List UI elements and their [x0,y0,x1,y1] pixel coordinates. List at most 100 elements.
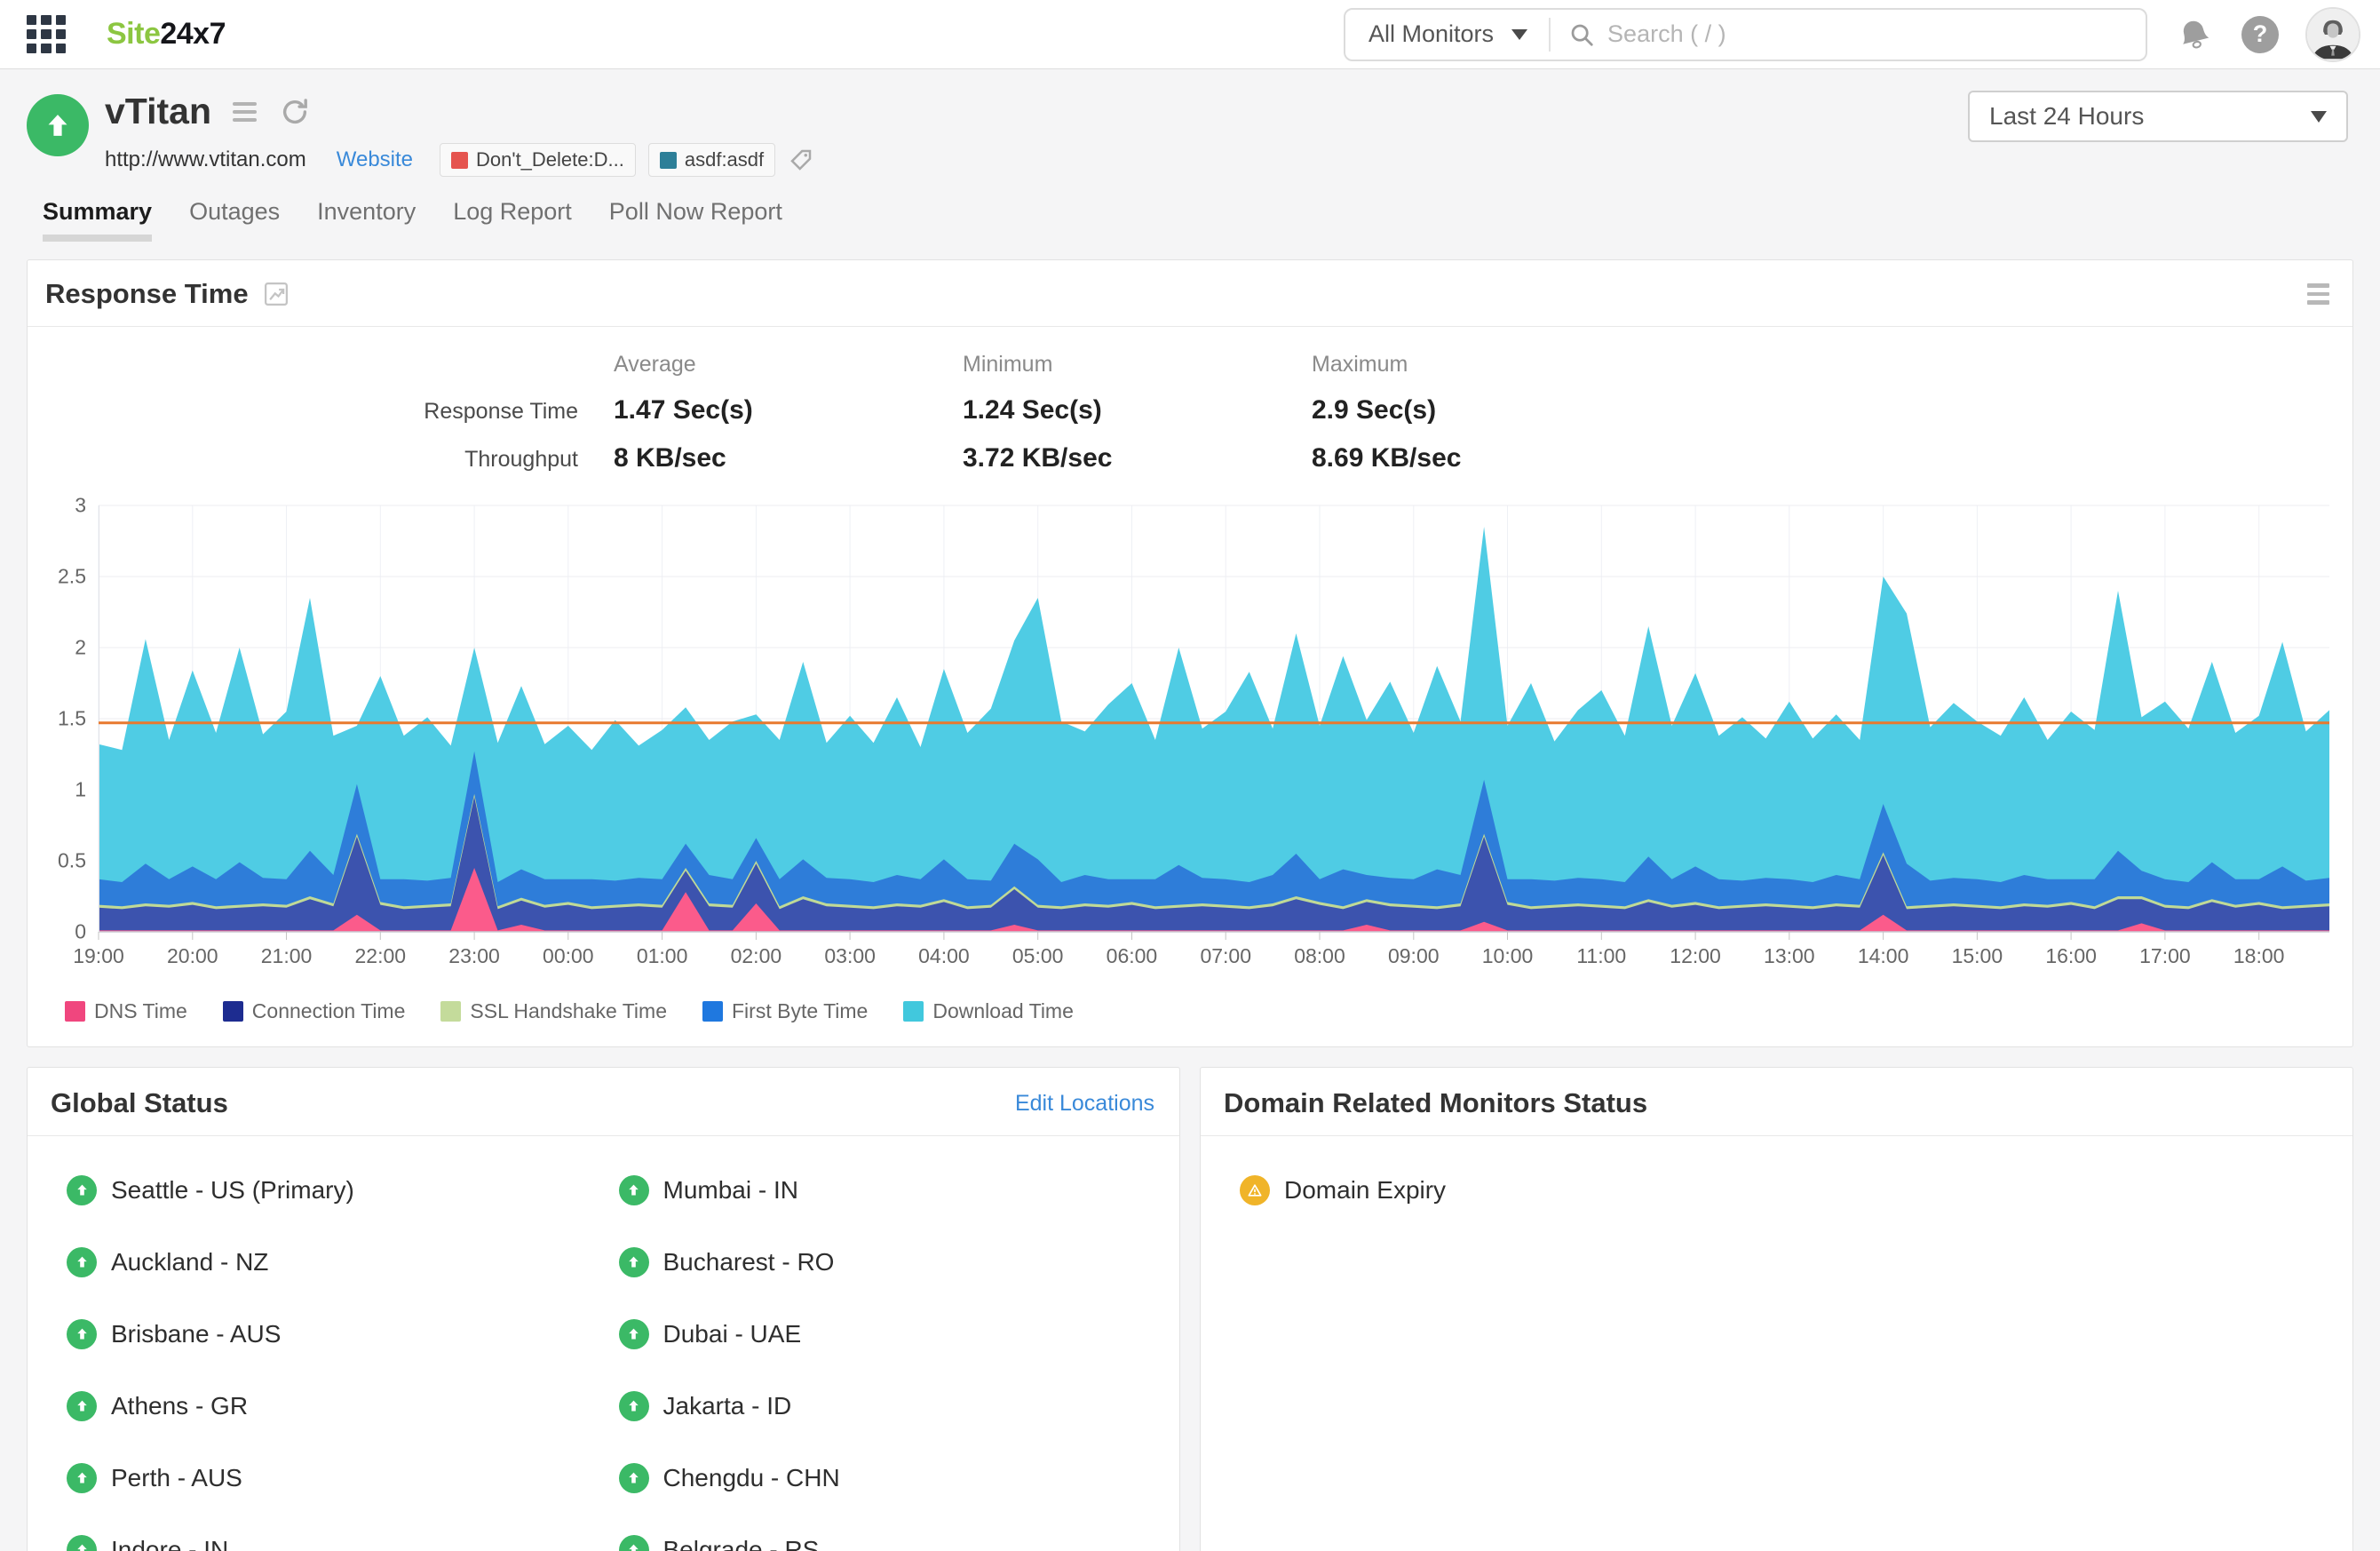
legend-item[interactable]: Download Time [903,999,1074,1023]
tab-inventory[interactable]: Inventory [317,198,416,245]
response-time-chart: 00.511.522.53 [28,505,2352,932]
location-item[interactable]: Jakarta - ID [619,1370,1171,1442]
monitor-scope-dropdown[interactable]: All Monitors [1345,20,1527,48]
tab-outages[interactable]: Outages [189,198,280,245]
location-item[interactable]: Bucharest - RO [619,1226,1171,1298]
x-tick-label: 16:00 [2045,944,2097,968]
app-launcher-icon[interactable] [27,15,66,54]
response-time-card: Response Time Average Minimum Maximum Re… [27,259,2353,1047]
y-tick-label: 3 [75,494,86,518]
help-icon[interactable]: ? [2241,16,2279,53]
x-tick-label: 19:00 [73,944,124,968]
stat-value: 2.9 Sec(s) [1312,395,2352,426]
location-label: Perth - AUS [111,1464,242,1492]
divider [1549,18,1551,52]
x-tick-label: 06:00 [1107,944,1158,968]
tag-icon[interactable] [788,147,814,173]
bell-icon[interactable] [2172,12,2217,57]
up-status-icon [619,1391,649,1421]
monitor-tag[interactable]: Don't_Delete:D... [440,143,636,177]
monitor-type-link[interactable]: Website [337,147,413,172]
location-label: Bucharest - RO [663,1248,835,1277]
x-tick-label: 21:00 [261,944,313,968]
legend-swatch [903,1001,924,1022]
refresh-icon[interactable] [280,97,310,127]
legend-item[interactable]: First Byte Time [702,999,868,1023]
x-tick-label: 08:00 [1294,944,1345,968]
monitor-tag[interactable]: asdf:asdf [648,143,775,177]
location-item[interactable]: Perth - AUS [67,1442,619,1514]
location-item[interactable]: Chengdu - CHN [619,1442,1171,1514]
location-item[interactable]: Belgrade - RS [619,1514,1171,1551]
domain-monitor-label: Domain Expiry [1284,1176,1446,1205]
time-range-select[interactable]: Last 24 Hours [1968,91,2348,142]
tab-log-report[interactable]: Log Report [453,198,572,245]
x-tick-label: 23:00 [448,944,500,968]
location-label: Auckland - NZ [111,1248,268,1277]
location-item[interactable]: Auckland - NZ [67,1226,619,1298]
location-item[interactable]: Mumbai - IN [619,1154,1171,1226]
legend-item[interactable]: Connection Time [223,999,406,1023]
warning-status-icon [1240,1175,1270,1205]
card-title: Global Status [51,1087,228,1119]
legend-label: Connection Time [252,999,406,1023]
y-tick-label: 1 [75,778,86,802]
divider [28,326,2352,327]
y-tick-label: 2 [75,636,86,660]
x-tick-label: 07:00 [1200,944,1251,968]
up-status-icon [619,1463,649,1493]
location-label: Jakarta - ID [663,1392,792,1420]
card-title: Domain Related Monitors Status [1224,1087,1647,1119]
legend-label: DNS Time [94,999,187,1023]
chart-plot[interactable] [99,505,2329,932]
search-input[interactable] [1606,20,2146,49]
y-tick-label: 1.5 [58,707,86,731]
location-item[interactable]: Dubai - UAE [619,1298,1171,1370]
legend-label: SSL Handshake Time [470,999,667,1023]
location-item[interactable]: Athens - GR [67,1370,619,1442]
x-tick-label: 01:00 [637,944,688,968]
tab-summary[interactable]: Summary [43,198,152,245]
location-item[interactable]: Seattle - US (Primary) [67,1154,619,1226]
x-tick-label: 17:00 [2139,944,2191,968]
domain-monitor-item[interactable]: Domain Expiry [1240,1154,2344,1226]
card-title: Response Time [45,278,249,310]
x-tick-label: 00:00 [543,944,594,968]
chart-y-axis: 00.511.522.53 [28,505,99,932]
up-status-icon [619,1535,649,1551]
tab-poll-now-report[interactable]: Poll Now Report [609,198,782,245]
stat-col-minimum: Minimum [963,352,1312,378]
x-tick-label: 04:00 [918,944,970,968]
legend-swatch [440,1001,461,1022]
monitor-menu-icon[interactable] [233,102,257,122]
location-label: Chengdu - CHN [663,1464,840,1492]
up-status-icon [619,1319,649,1349]
edit-locations-link[interactable]: Edit Locations [1015,1091,1154,1117]
location-item[interactable]: Brisbane - AUS [67,1298,619,1370]
tag-color-swatch [451,152,468,169]
global-status-card: Global Status Edit Locations Seattle - U… [27,1067,1180,1551]
tag-color-swatch [660,152,677,169]
monitor-up-status-icon [27,94,89,156]
user-avatar[interactable] [2305,7,2360,62]
x-tick-label: 14:00 [1858,944,1909,968]
legend-item[interactable]: DNS Time [65,999,187,1023]
stat-row-label: Throughput [28,447,614,473]
stat-col-maximum: Maximum [1312,352,2352,378]
top-bar: Site24x7 All Monitors ? [0,0,2380,69]
trend-chart-icon[interactable] [263,281,290,307]
monitor-scope-label: All Monitors [1368,20,1494,48]
location-label: Seattle - US (Primary) [111,1176,354,1205]
location-item[interactable]: Indore - IN [67,1514,619,1551]
location-label: Belgrade - RS [663,1536,820,1551]
logo-suffix: 24x7 [160,17,226,51]
up-status-icon [67,1535,97,1551]
tag-label: Don't_Delete:D... [476,148,624,171]
y-tick-label: 0.5 [58,849,86,873]
card-menu-icon[interactable] [2307,283,2329,305]
x-tick-label: 09:00 [1388,944,1440,968]
legend-item[interactable]: SSL Handshake Time [440,999,667,1023]
x-tick-label: 12:00 [1670,944,1721,968]
tab-bar: Summary Outages Inventory Log Report Poll No… [0,198,2380,245]
site24x7-logo[interactable]: Site24x7 [107,17,226,52]
